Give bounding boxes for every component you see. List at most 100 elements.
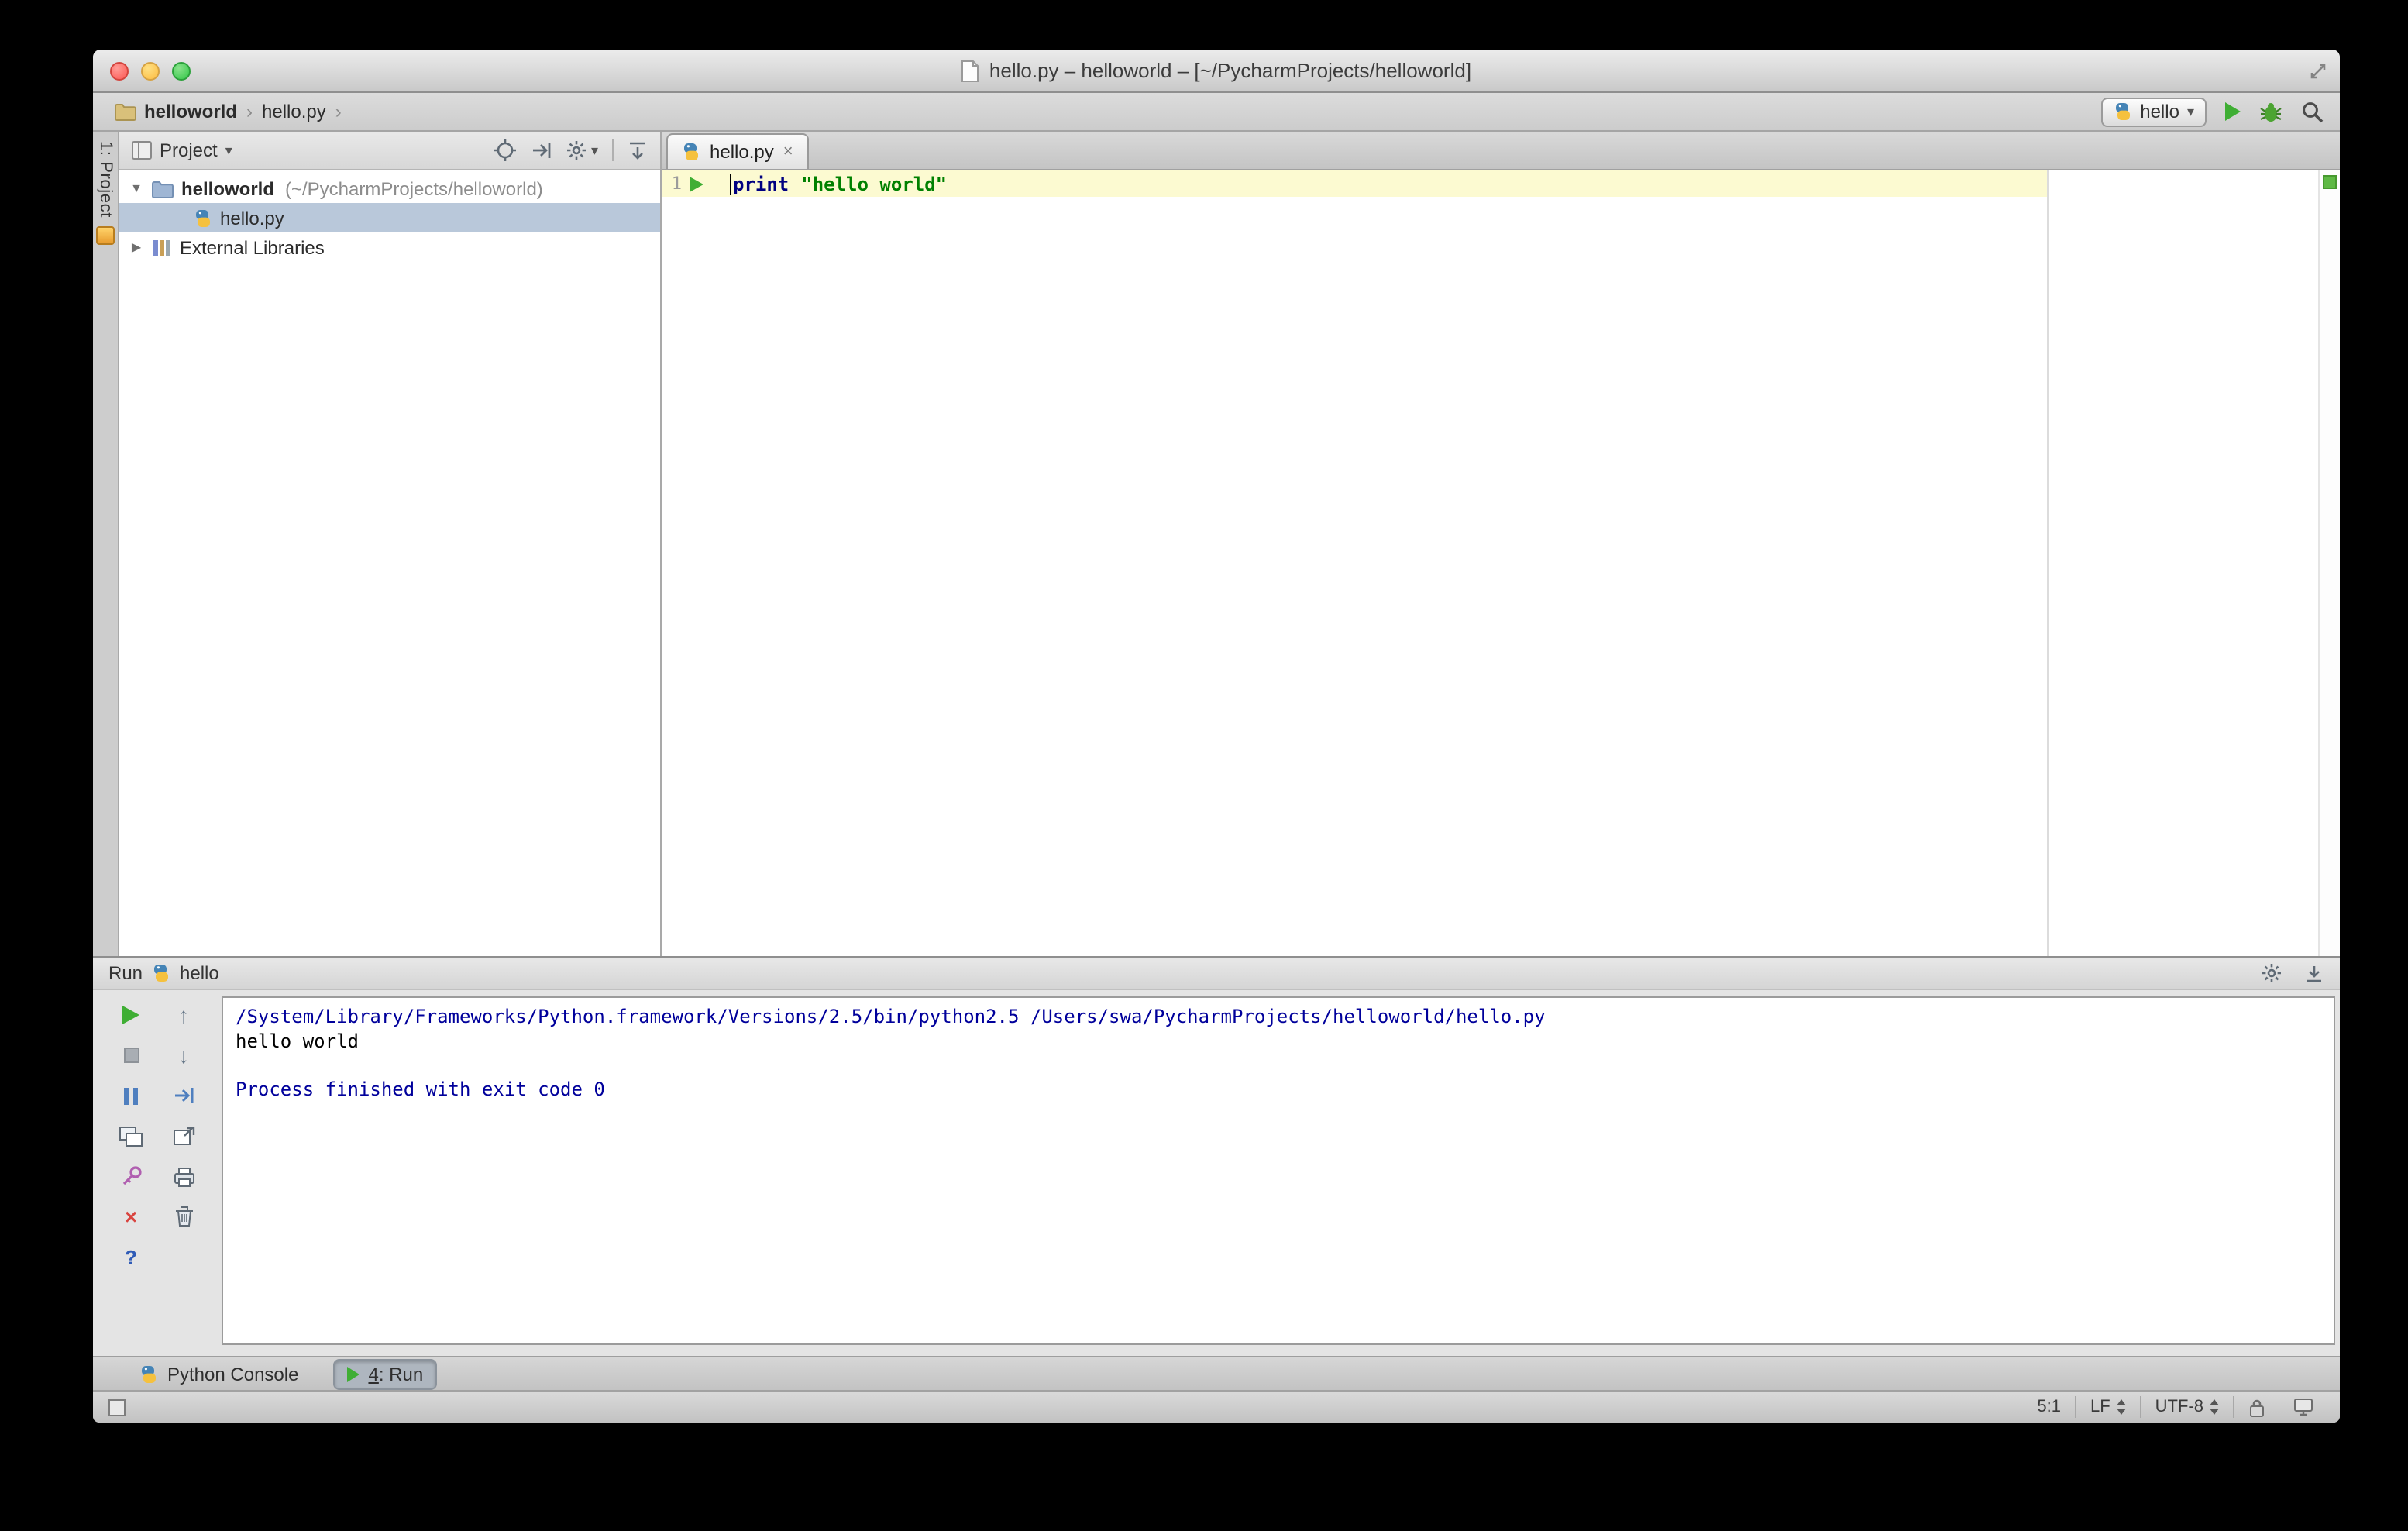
run-config-name: hello	[180, 962, 219, 984]
run-icon	[346, 1366, 359, 1381]
caret-position-widget[interactable]: 5:1	[2023, 1395, 2075, 1419]
chevron-updown-icon	[2210, 1399, 2219, 1415]
desktop: hello.py – helloworld – [~/PycharmProjec…	[0, 0, 2408, 1531]
tree-row-external-libraries[interactable]: ▶ External Libraries	[119, 232, 660, 262]
editor-area: hello.py × 1 print "hello world"	[662, 132, 2340, 956]
window-title-group: hello.py – helloworld – [~/PycharmProjec…	[93, 50, 2340, 91]
right-margin-guide	[2047, 170, 2049, 956]
screen-reader-widget[interactable]	[2279, 1395, 2327, 1419]
project-view-selector[interactable]: Project	[160, 139, 218, 161]
encoding-widget[interactable]: UTF-8	[2141, 1395, 2233, 1419]
project-view-icon	[132, 141, 152, 160]
breadcrumb-project[interactable]: helloworld	[115, 101, 237, 122]
help-button[interactable]: ?	[119, 1244, 143, 1269]
run-console-output[interactable]: /System/Library/Frameworks/Python.framew…	[222, 996, 2335, 1345]
tab-hello-py[interactable]: hello.py ×	[666, 133, 809, 169]
chevron-right-icon: ›	[335, 101, 342, 122]
titlebar[interactable]: hello.py – helloworld – [~/PycharmProjec…	[93, 50, 2340, 93]
folder-icon	[115, 104, 136, 121]
resize-grip-icon[interactable]	[2309, 62, 2327, 81]
print-button[interactable]	[171, 1164, 196, 1189]
python-icon	[154, 965, 169, 982]
readonly-lock-widget[interactable]	[2234, 1395, 2279, 1419]
project-tree: ▼ helloworld (~/PycharmProjects/hellowor…	[119, 170, 660, 956]
caret-position-label: 5:1	[2037, 1398, 2061, 1416]
project-panel-header: Project ▾ ▾	[119, 132, 660, 170]
breadcrumb-project-label: helloworld	[144, 101, 237, 122]
python-file-icon	[196, 209, 210, 226]
libraries-icon	[153, 239, 170, 255]
run-toolbar-col-2: ↑ ↓	[163, 1003, 204, 1356]
show-console-button[interactable]	[119, 1123, 143, 1148]
attach-debugger-button[interactable]	[119, 1164, 143, 1189]
python-icon	[142, 1365, 156, 1382]
line-ending-label: LF	[2090, 1398, 2110, 1416]
run-line-icon[interactable]	[690, 176, 703, 191]
tree-node-name: External Libraries	[180, 236, 325, 258]
python-file-icon	[684, 143, 698, 160]
scroll-to-source-icon[interactable]	[531, 139, 552, 161]
console-line: hello world	[236, 1030, 359, 1051]
scroll-to-end-button[interactable]	[171, 1083, 196, 1108]
up-stack-trace-button[interactable]: ↑	[171, 1003, 196, 1027]
toolwindow-toggle-icon[interactable]	[108, 1399, 126, 1416]
encoding-label: UTF-8	[2155, 1398, 2203, 1416]
tree-node-name: hello.py	[220, 207, 284, 229]
code-line-1: 1 print "hello world"	[662, 170, 2340, 197]
pycharm-window: hello.py – helloworld – [~/PycharmProjec…	[93, 50, 2340, 1423]
chevron-down-icon: ▾	[590, 142, 598, 157]
left-tool-strip: 1: Project	[93, 132, 119, 956]
run-toolwindow-label: 4: Run	[368, 1363, 424, 1385]
down-stack-trace-button[interactable]: ↓	[171, 1043, 196, 1068]
locate-icon[interactable]	[494, 139, 517, 161]
run-configuration-select[interactable]: hello ▾	[2101, 97, 2207, 126]
python-console-button[interactable]: Python Console	[127, 1360, 311, 1388]
main-area: 1: Project Project ▾ ▾ ▼ helloworld (~/P…	[93, 132, 2340, 956]
code-string: "hello world"	[801, 173, 948, 194]
tree-node-path: (~/PycharmProjects/helloworld)	[285, 177, 543, 199]
document-icon	[961, 60, 979, 81]
debug-button[interactable]	[2259, 100, 2282, 123]
editor-gutter[interactable]: 1	[662, 174, 730, 194]
pause-button[interactable]	[119, 1083, 143, 1108]
code-keyword: print	[733, 173, 789, 194]
folder-icon	[152, 181, 174, 198]
run-toolwindow-button[interactable]: 4: Run	[332, 1358, 438, 1389]
gear-icon	[567, 141, 587, 160]
status-bar-widgets: 5:1 LF UTF-8	[2023, 1395, 2327, 1419]
run-toolwindow-title: Run	[108, 962, 143, 984]
hide-panel-icon[interactable]	[628, 140, 648, 160]
code-editor[interactable]: 1 print "hello world"	[662, 170, 2340, 956]
divider	[612, 139, 614, 161]
breadcrumb-file[interactable]: hello.py	[262, 101, 326, 122]
tree-row-helloworld[interactable]: ▼ helloworld (~/PycharmProjects/hellowor…	[119, 174, 660, 203]
close-tab-icon[interactable]: ×	[783, 143, 793, 161]
run-toolwindow-body: × ? ↑ ↓ /System/Library/Frameworks/Pytho…	[93, 990, 2340, 1356]
gear-icon[interactable]	[2261, 962, 2282, 984]
twisty-closed-icon[interactable]: ▶	[129, 240, 144, 254]
error-stripe[interactable]	[2318, 170, 2340, 956]
chevron-down-icon: ▾	[2186, 103, 2194, 119]
project-toolwindow-button[interactable]: 1: Project	[96, 141, 115, 218]
run-toolwindow-header[interactable]: Run hello	[93, 958, 2340, 990]
twisty-open-icon[interactable]: ▼	[129, 181, 144, 195]
run-controls: hello ▾	[2101, 97, 2324, 126]
project-panel: Project ▾ ▾ ▼ helloworld (~/PycharmProje…	[119, 132, 662, 956]
settings-group[interactable]: ▾	[566, 139, 598, 161]
toolwindow-bar: Python Console 4: Run	[93, 1356, 2340, 1390]
project-icon	[96, 226, 115, 246]
search-icon[interactable]	[2301, 100, 2324, 123]
line-ending-widget[interactable]: LF	[2076, 1395, 2140, 1419]
run-toolbar-col-1: × ?	[111, 1003, 151, 1356]
open-results-button[interactable]	[171, 1123, 196, 1148]
rerun-button[interactable]	[119, 1003, 143, 1027]
hide-panel-icon[interactable]	[2304, 963, 2324, 983]
stop-button[interactable]	[119, 1043, 143, 1068]
tree-row-hello-py[interactable]: hello.py	[119, 203, 660, 232]
run-button[interactable]	[2225, 102, 2241, 121]
status-bar: 5:1 LF UTF-8	[93, 1390, 2340, 1423]
clear-console-button[interactable]	[171, 1204, 196, 1229]
close-button[interactable]: ×	[119, 1204, 143, 1229]
monitor-icon	[2294, 1399, 2313, 1416]
